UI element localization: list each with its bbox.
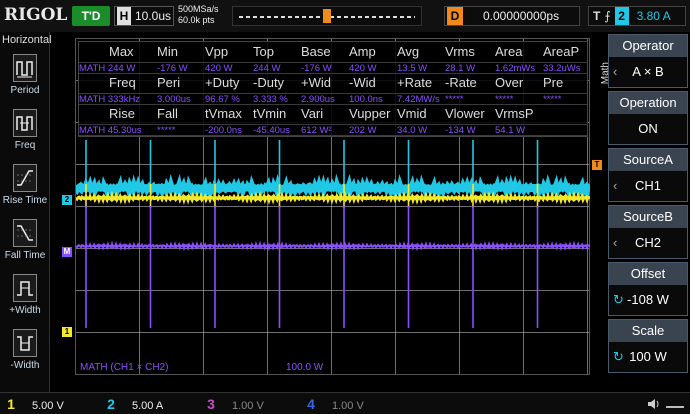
memory-position-bar[interactable]: [232, 6, 422, 26]
trigger-level: 3.80 A: [636, 9, 671, 23]
delay-box[interactable]: D 0.00000000ps: [444, 6, 580, 26]
channel-status-bar: 1 5.00 V 2 5.00 A 3 1.00 V 4 1.00 V: [0, 392, 690, 414]
rising-edge-icon: ⨍: [604, 9, 611, 23]
measurement-header-row: Max Min Vpp Top Base Amp Avg Vrms Area A…: [109, 44, 580, 59]
timebase-box[interactable]: H 10.0us: [114, 6, 174, 26]
sidebar-item-period[interactable]: Period: [0, 54, 50, 96]
ch2-level-marker[interactable]: 2: [62, 195, 72, 205]
sidebar-item-label: Freq: [14, 140, 36, 151]
sidebar-item-label: Rise Time: [2, 195, 48, 206]
measurement-value-row: MATH 45.30us ***** -200.0ns -45.40us 612…: [79, 124, 587, 136]
negative-width-icon: [13, 329, 37, 357]
math-menu: Math Operator ‹ A × B Operation ON Source…: [600, 32, 690, 392]
sidebar-item-label: -Width: [10, 360, 40, 371]
memory-depth: 60.0k pts: [178, 15, 215, 25]
delay-value: 0.00000000ps: [483, 9, 560, 23]
rise-time-icon: [13, 164, 37, 192]
fall-time-icon: [13, 219, 37, 247]
measurement-header-row: Freq Peri +Duty -Duty +Wid -Wid +Rate -R…: [109, 75, 564, 90]
usb-icon: [666, 398, 684, 408]
sidebar-item-fall-time[interactable]: Fall Time: [0, 219, 50, 261]
trigger-label: T: [593, 9, 601, 23]
ch1-trace: [76, 191, 590, 205]
source-a-title: SourceA: [609, 149, 687, 171]
measurement-value-row: MATH 333kHz 3.000us 96.67 % 3.333 % 2.90…: [79, 93, 587, 105]
sample-rate: 500MSa/s: [178, 4, 219, 14]
knob-icon: ↻: [613, 292, 624, 307]
trigger-box[interactable]: T ⨍ 2 3.80 A: [588, 6, 686, 26]
math-level-marker[interactable]: M: [62, 247, 72, 257]
offset-title: Offset: [609, 263, 687, 285]
ch1-scale: 5.00 V: [32, 400, 64, 412]
ch3-number: 3: [207, 396, 215, 412]
knob-icon: ↻: [613, 349, 624, 364]
scale-value-row: ↻ 100 W: [609, 342, 687, 372]
operator-button[interactable]: Operator ‹ A × B: [608, 34, 688, 88]
waveform-traces: [76, 140, 590, 328]
speaker-icon[interactable]: [646, 396, 662, 412]
scale-button[interactable]: Scale ↻ 100 W: [608, 319, 688, 373]
sidebar-item-label: Fall Time: [4, 250, 46, 261]
math-scale-readout: 100.0 W: [286, 362, 324, 373]
ch4-number: 4: [307, 396, 315, 412]
sidebar-item-freq[interactable]: Freq: [0, 109, 50, 151]
sidebar-title: Horizontal: [2, 34, 52, 46]
scale-value: 100 W: [629, 349, 667, 364]
measure-sidebar: Horizontal Period Freq Rise Time Fall Ti…: [0, 32, 52, 392]
trigger-position-marker[interactable]: [323, 9, 331, 23]
ch2-number: 2: [107, 396, 115, 412]
ch3-scale: 1.00 V: [232, 400, 264, 412]
ch4-status[interactable]: 4 1.00 V: [304, 395, 364, 413]
ch2-trace: [76, 173, 590, 203]
sidebar-item-neg-width[interactable]: -Width: [0, 329, 50, 371]
ch1-status[interactable]: 1 5.00 V: [4, 395, 64, 413]
source-b-button[interactable]: SourceB ‹ CH2: [608, 205, 688, 259]
math-trace: [76, 240, 590, 252]
operation-title: Operation: [609, 92, 687, 114]
ch1-number: 1: [7, 396, 15, 412]
positive-width-icon: [13, 274, 37, 302]
frequency-icon: [13, 109, 37, 137]
scale-title: Scale: [609, 320, 687, 342]
offset-button[interactable]: Offset ↻ -108 W: [608, 262, 688, 316]
measurement-table: Max Min Vpp Top Base Amp Avg Vrms Area A…: [78, 41, 588, 137]
horizontal-label: H: [117, 7, 131, 25]
run-mode-badge[interactable]: T'D: [72, 6, 110, 26]
chevron-left-icon: ‹: [613, 178, 618, 193]
offset-value-row: ↻ -108 W: [609, 285, 687, 315]
operator-title: Operator: [609, 35, 687, 57]
ch2-scale: 5.00 A: [132, 400, 164, 412]
ch4-scale: 1.00 V: [332, 400, 364, 412]
chevron-left-icon: ‹: [613, 64, 618, 79]
sidebar-item-label: +Width: [9, 305, 41, 316]
operation-value: ON: [638, 121, 658, 136]
sidebar-item-pos-width[interactable]: +Width: [0, 274, 50, 316]
source-b-title: SourceB: [609, 206, 687, 228]
chevron-left-icon: ‹: [613, 235, 618, 250]
measurement-header-row: Rise Fall tVmax tVmin Vari Vupper Vmid V…: [109, 106, 534, 121]
math-expression: MATH (CH1 × CH2): [80, 362, 169, 373]
timebase-value: 10.0us: [135, 9, 172, 23]
source-b-value: CH2: [634, 235, 661, 250]
ch3-status[interactable]: 3 1.00 V: [204, 395, 264, 413]
acquisition-info: 500MSa/s 60.0k pts: [178, 4, 219, 26]
sidebar-item-rise-time[interactable]: Rise Time: [0, 164, 50, 206]
delay-label: D: [447, 7, 463, 25]
operator-value: A × B: [632, 64, 664, 79]
ch1-level-marker[interactable]: 1: [62, 327, 72, 337]
period-icon: [13, 54, 37, 82]
source-a-value-row: ‹ CH1: [609, 171, 687, 201]
operator-value-row: ‹ A × B: [609, 57, 687, 87]
rigol-logo: RIGOL: [4, 5, 68, 25]
operation-button[interactable]: Operation ON: [608, 91, 688, 145]
sidebar-item-label: Period: [10, 85, 40, 96]
measurement-value-row: MATH 244 W -176 W 420 W 244 W -176 W 420…: [79, 62, 587, 74]
offset-value: -108 W: [627, 292, 669, 307]
top-status-bar: RIGOL T'D H 10.0us 500MSa/s 60.0k pts D 0.…: [0, 0, 690, 32]
ch2-status[interactable]: 2 5.00 A: [104, 395, 163, 413]
source-a-button[interactable]: SourceA ‹ CH1: [608, 148, 688, 202]
source-a-value: CH1: [634, 178, 661, 193]
source-b-value-row: ‹ CH2: [609, 228, 687, 258]
trigger-channel: 2: [614, 7, 629, 25]
